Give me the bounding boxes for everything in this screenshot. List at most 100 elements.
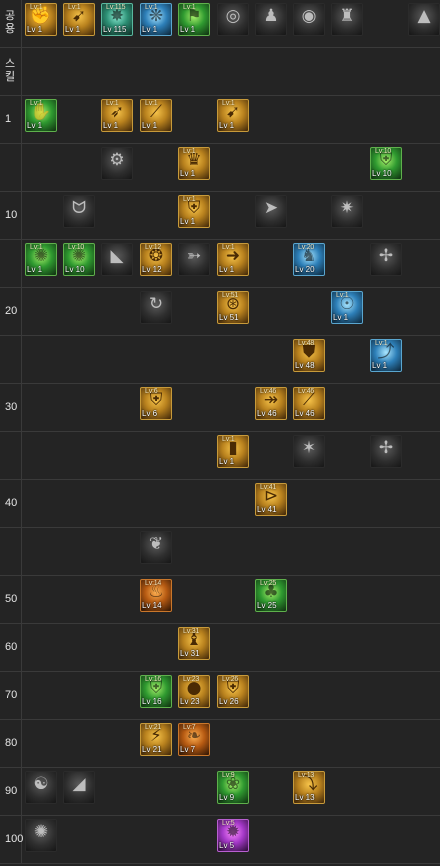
skill-level-cap: Lv:20 xyxy=(298,244,315,251)
skill-slot[interactable]: ❦ xyxy=(140,531,172,564)
skill-slot[interactable]: ✺ xyxy=(25,819,57,852)
skill-level-cap: Lv:1 xyxy=(145,4,158,11)
skill-slot[interactable]: ▮ Lv:1 Lv 1 xyxy=(217,435,249,468)
skill-level-cap: Lv:1 xyxy=(183,148,196,155)
skill-slot[interactable]: ⛨ Lv:1 Lv 1 xyxy=(178,195,210,228)
skill-row: 10 ᗢ ⛨ Lv:1 Lv 1 ➤ ✷ xyxy=(0,192,440,240)
skill-slot[interactable]: ➶ Lv:1 Lv 1 xyxy=(101,99,133,132)
skill-slot[interactable]: ♨ Lv:14 Lv 14 xyxy=(140,579,172,612)
boot-icon: ◣ xyxy=(110,246,124,266)
skill-row: 스킬 xyxy=(0,48,440,96)
skill-slot[interactable]: ⛨ Lv:16 Lv 16 xyxy=(140,675,172,708)
skill-slot[interactable]: ☯ xyxy=(25,771,57,804)
arrows-icon: ➤ xyxy=(263,198,279,218)
armor-icon: ♜ xyxy=(339,6,355,26)
skill-slot[interactable]: ✢ xyxy=(370,435,402,468)
skill-slot[interactable]: ↠ Lv:46 Lv 46 xyxy=(255,387,287,420)
skill-level: Lv 12 xyxy=(142,265,162,274)
skill-slot[interactable]: ♟ xyxy=(255,3,287,36)
skill-row: 50 ♨ Lv:14 Lv 14 ♣ Lv:25 Lv 25 xyxy=(0,576,440,624)
skill-slot[interactable]: ✺ Lv:1 Lv 1 xyxy=(25,243,57,276)
skill-level: Lv 20 xyxy=(295,265,315,274)
skill-level-cap: Lv:46 xyxy=(298,388,315,395)
skill-slot[interactable]: ➳ xyxy=(178,243,210,276)
skill-level-cap: Lv:1 xyxy=(68,4,81,11)
skill-slot[interactable]: ⊳ Lv:41 Lv 41 xyxy=(255,483,287,516)
skill-slot[interactable]: ◉ xyxy=(293,3,325,36)
skill-slot[interactable]: ● Lv:23 Lv 23 xyxy=(178,675,210,708)
skill-slot[interactable]: ➹ Lv:1 Lv 1 xyxy=(63,3,95,36)
tangle-icon: ✢ xyxy=(378,246,394,266)
skill-row: 100 ✺ ✹ Lv:5 Lv 5 xyxy=(0,816,440,864)
skill-slot[interactable]: ◢ xyxy=(63,771,95,804)
skill-slot[interactable]: ♜ xyxy=(331,3,363,36)
skill-slot[interactable]: ❀ Lv:9 Lv 9 xyxy=(217,771,249,804)
skill-slot[interactable]: ⛨ Lv:26 Lv 26 xyxy=(217,675,249,708)
skill-level: Lv 41 xyxy=(257,505,277,514)
silhouette-icon: ♟ xyxy=(263,6,279,26)
skill-slot[interactable]: ➤ xyxy=(255,195,287,228)
skill-level: Lv 6 xyxy=(142,409,158,418)
skill-tree: 공용 ✊ Lv:1 Lv 1 ➹ Lv:1 Lv 1 ✸ Lv:115 Lv 115 ❋ Lv:1 Lv… xyxy=(0,0,440,866)
skill-slot[interactable]: ✷ xyxy=(331,195,363,228)
skill-slot[interactable]: ◎ xyxy=(217,3,249,36)
skill-row: 60 ♝ Lv:31 Lv 31 xyxy=(0,624,440,672)
skill-level: Lv 26 xyxy=(219,697,239,706)
skill-slot[interactable]: ♣ Lv:25 Lv 25 xyxy=(255,579,287,612)
skill-level-cap: Lv:10 xyxy=(68,244,85,251)
skill-slot[interactable]: ✹ Lv:5 Lv 5 xyxy=(217,819,249,852)
skill-row: 30 ⛨ Lv:6 Lv 6 ↠ Lv:46 Lv 46 ⟋ Lv:46 Lv 46 xyxy=(0,384,440,432)
skill-slot[interactable]: ⟋ Lv:1 Lv 1 xyxy=(140,99,172,132)
skill-level: Lv 5 xyxy=(219,841,235,850)
skill-slot[interactable]: ☉ Lv:1 Lv 1 xyxy=(331,291,363,324)
row-level-label: 1 xyxy=(5,113,12,125)
skill-slot[interactable]: ❋ Lv:1 Lv 1 xyxy=(140,3,172,36)
skill-level: Lv 10 xyxy=(65,265,85,274)
skill-level: Lv 1 xyxy=(27,121,43,130)
skill-slot[interactable]: ▲ xyxy=(408,3,440,36)
skill-slot[interactable]: ✊ Lv:1 Lv 1 xyxy=(25,3,57,36)
skill-slot[interactable]: ◣ xyxy=(101,243,133,276)
skill-level: Lv 1 xyxy=(219,121,235,130)
skill-slot[interactable]: ⛨ Lv:10 Lv 10 xyxy=(370,147,402,180)
skill-level: Lv 1 xyxy=(372,361,388,370)
skill-slot[interactable]: ⤴ Lv:1 Lv 1 xyxy=(370,339,402,372)
skill-slot[interactable]: ✸ Lv:115 Lv 115 xyxy=(101,3,133,36)
skill-level: Lv 16 xyxy=(142,697,162,706)
skill-slot[interactable]: ✶ xyxy=(293,435,325,468)
skill-slot[interactable]: ✢ xyxy=(370,243,402,276)
skill-slot[interactable]: ⛊ Lv:48 Lv 48 xyxy=(293,339,325,372)
skill-slot[interactable]: ⛨ Lv:6 Lv 6 xyxy=(140,387,172,420)
row-level-label: 30 xyxy=(5,401,18,413)
skill-slot[interactable]: ♞ Lv:20 Lv 20 xyxy=(293,243,325,276)
row-level-label: 60 xyxy=(5,641,18,653)
skill-level-cap: Lv:115 xyxy=(106,4,126,11)
skill-slot[interactable]: ⚡ Lv:21 Lv 21 xyxy=(140,723,172,756)
skill-level-cap: Lv:1 xyxy=(222,436,235,443)
skill-slot[interactable]: ↻ xyxy=(140,291,172,324)
skill-slot[interactable]: ✺ Lv:10 Lv 10 xyxy=(63,243,95,276)
skill-slot[interactable]: ✋ Lv:1 Lv 1 xyxy=(25,99,57,132)
skill-level-cap: Lv:14 xyxy=(145,580,162,587)
skill-slot[interactable]: ⚙ xyxy=(101,147,133,180)
skill-slot[interactable]: ⚑ Lv:1 Lv 1 xyxy=(178,3,210,36)
skill-level-cap: Lv:1 xyxy=(106,100,119,107)
skill-level-cap: Lv:16 xyxy=(145,676,162,683)
skill-slot[interactable]: ➜ Lv:1 Lv 1 xyxy=(217,243,249,276)
skill-level-cap: Lv:23 xyxy=(183,676,200,683)
skill-slot[interactable]: ➹ Lv:1 Lv 1 xyxy=(217,99,249,132)
skill-slot[interactable]: ⟋ Lv:46 Lv 46 xyxy=(293,387,325,420)
row-level-label: 40 xyxy=(5,497,18,509)
skill-slot[interactable]: ᗢ xyxy=(63,195,95,228)
skill-slot[interactable]: ⊛ Lv:51 Lv 51 xyxy=(217,291,249,324)
skill-slot[interactable]: ❂ Lv:12 Lv 12 xyxy=(140,243,172,276)
row-level-label: 공용 xyxy=(5,10,16,35)
meditate-icon: ☯ xyxy=(33,774,49,794)
skill-level: Lv 25 xyxy=(257,601,277,610)
skill-slot[interactable]: ♝ Lv:31 Lv 31 xyxy=(178,627,210,660)
skill-row: 80 ⚡ Lv:21 Lv 21 ❧ Lv:7 Lv 7 xyxy=(0,720,440,768)
skill-slot[interactable]: ♛ Lv:1 Lv 1 xyxy=(178,147,210,180)
skill-level: Lv 1 xyxy=(142,121,158,130)
skill-slot[interactable]: ❧ Lv:7 Lv 7 xyxy=(178,723,210,756)
skill-slot[interactable]: ⤵ Lv:13 Lv 13 xyxy=(293,771,325,804)
